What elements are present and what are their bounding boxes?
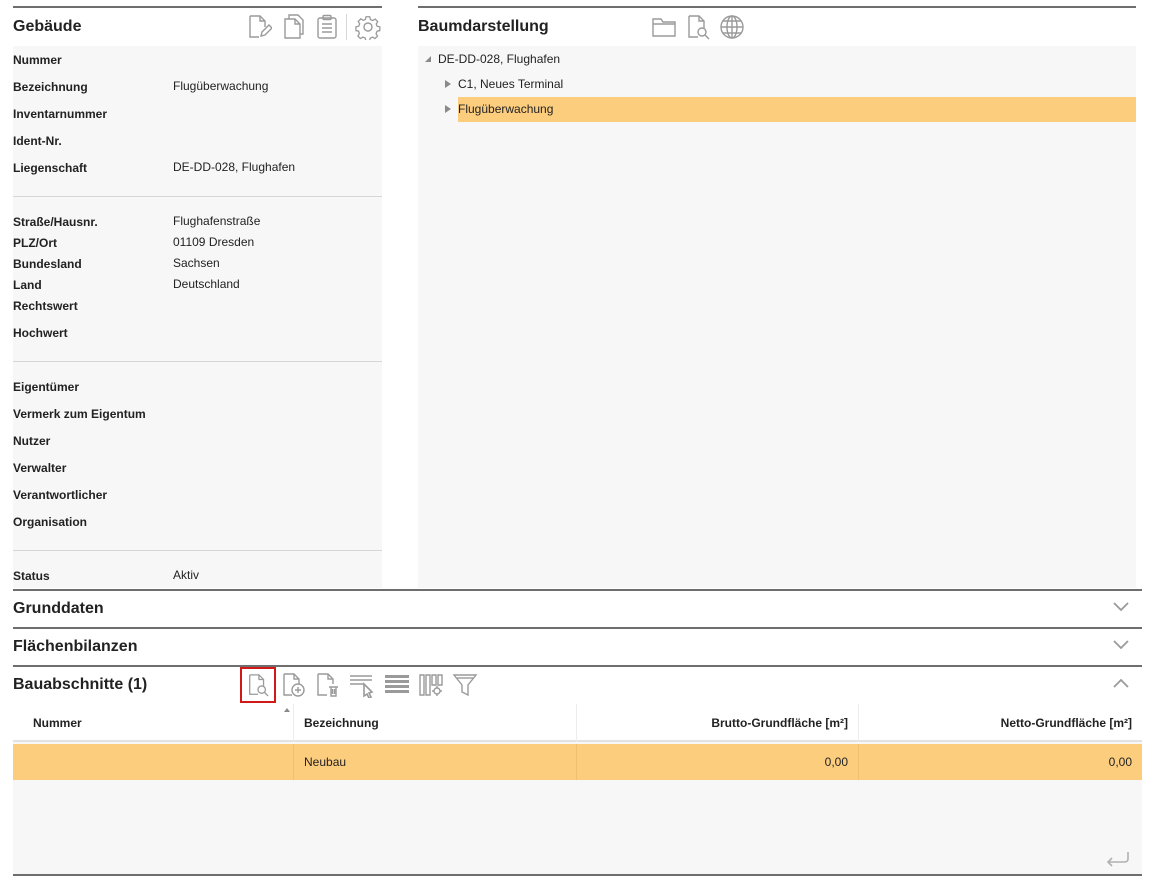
field-label: Verantwortlicher bbox=[13, 488, 108, 502]
gear-icon[interactable] bbox=[355, 14, 381, 40]
bauabschnitte-title: Bauabschnitte (1) bbox=[13, 676, 148, 693]
grunddaten-title: Grunddaten bbox=[13, 600, 104, 617]
field-label: Organisation bbox=[13, 515, 88, 529]
expand-triangle-icon[interactable] bbox=[442, 104, 454, 114]
return-arrow-icon[interactable] bbox=[1104, 850, 1130, 868]
field-value: Deutschland bbox=[173, 277, 240, 291]
table-header: Nummer Bezeichnung Brutto-Grundfläche [m… bbox=[13, 704, 1142, 742]
field-label: Verwalter bbox=[13, 461, 67, 475]
gebaeude-panel: Gebäude Nummer Bezeichnung Flugüberwachu… bbox=[13, 6, 382, 588]
field-label: Status bbox=[13, 569, 50, 583]
column-header-brutto[interactable]: Brutto-Grundfläche [m²] bbox=[577, 704, 859, 742]
gebaeude-toolbar bbox=[246, 14, 391, 40]
column-header-label: Nummer bbox=[33, 716, 82, 730]
field-label: Bundesland bbox=[13, 257, 82, 271]
tree-node-root[interactable]: DE-DD-028, Flughafen bbox=[422, 47, 560, 71]
baum-header: Baumdarstellung bbox=[418, 8, 1136, 46]
document-delete-icon[interactable] bbox=[314, 672, 340, 698]
chevron-down-icon[interactable] bbox=[1112, 601, 1130, 613]
column-header-nummer[interactable]: Nummer bbox=[13, 704, 294, 742]
tree-node-c1[interactable]: C1, Neues Terminal bbox=[442, 72, 563, 96]
tree-selection-highlight bbox=[458, 97, 1136, 122]
filter-icon[interactable] bbox=[452, 672, 478, 698]
baum-toolbar bbox=[651, 14, 753, 40]
chevron-down-icon[interactable] bbox=[1112, 639, 1130, 651]
field-label: Nummer bbox=[13, 53, 62, 67]
expand-triangle-icon[interactable] bbox=[442, 79, 454, 89]
row-select-icon[interactable] bbox=[348, 672, 376, 698]
bauabschnitte-toolbar bbox=[240, 667, 486, 703]
field-value: Flugüberwachung bbox=[173, 79, 269, 93]
field-label: Straße/Hausnr. bbox=[13, 215, 98, 229]
document-search-icon[interactable] bbox=[685, 14, 711, 40]
field-label: Eigentümer bbox=[13, 380, 80, 394]
field-label: Land bbox=[13, 278, 42, 292]
column-header-bezeichnung[interactable]: Bezeichnung bbox=[294, 704, 577, 742]
section-bauabschnitte[interactable]: Bauabschnitte (1) bbox=[13, 665, 1142, 703]
field-value: Sachsen bbox=[173, 256, 220, 270]
field-value: 01109 Dresden bbox=[173, 235, 255, 249]
tree-node-flugueberwachung[interactable]: Flugüberwachung bbox=[442, 97, 553, 121]
edit-document-icon[interactable] bbox=[246, 14, 272, 40]
folder-icon[interactable] bbox=[651, 15, 677, 39]
field-label: Rechtswert bbox=[13, 299, 78, 313]
field-label: Nutzer bbox=[13, 434, 51, 448]
table-cell-brutto: 0,00 bbox=[577, 744, 859, 780]
column-header-label: Brutto-Grundfläche [m²] bbox=[711, 716, 848, 730]
field-label: Liegenschaft bbox=[13, 161, 88, 175]
sort-ascending-icon[interactable] bbox=[283, 690, 291, 728]
tree-node-label: Flugüberwachung bbox=[458, 102, 554, 116]
document-search-icon[interactable] bbox=[240, 667, 276, 703]
section-divider bbox=[13, 361, 382, 362]
column-header-label: Bezeichnung bbox=[304, 716, 379, 730]
bottom-border bbox=[13, 874, 1142, 876]
tree-node-label: DE-DD-028, Flughafen bbox=[438, 52, 561, 66]
section-flaechenbilanzen[interactable]: Flächenbilanzen bbox=[13, 627, 1142, 665]
table-cell-bezeichnung: Neubau bbox=[294, 744, 577, 780]
clipboard-icon[interactable] bbox=[316, 14, 338, 40]
field-value: Aktiv bbox=[173, 568, 200, 582]
globe-icon[interactable] bbox=[719, 14, 745, 40]
field-label: Hochwert bbox=[13, 326, 68, 340]
bauabschnitte-table: Nummer Bezeichnung Brutto-Grundfläche [m… bbox=[13, 704, 1142, 874]
field-value: Flughafenstraße bbox=[173, 214, 261, 228]
flaechenbilanzen-title: Flächenbilanzen bbox=[13, 638, 138, 655]
section-divider bbox=[13, 196, 382, 197]
field-label: Ident-Nr. bbox=[13, 134, 62, 148]
collapse-triangle-icon[interactable] bbox=[422, 55, 434, 63]
baum-title: Baumdarstellung bbox=[418, 18, 549, 35]
gebaeude-title: Gebäude bbox=[13, 18, 82, 35]
chevron-up-icon[interactable] bbox=[1112, 677, 1130, 689]
table-cell-netto: 0,00 bbox=[1108, 755, 1132, 769]
gebaeude-header: Gebäude bbox=[13, 8, 382, 46]
field-label: PLZ/Ort bbox=[13, 236, 57, 250]
table-row[interactable]: Neubau 0,00 0,00 bbox=[13, 744, 1142, 780]
table-cell-nummer bbox=[13, 744, 294, 780]
rows-icon[interactable] bbox=[384, 672, 410, 698]
copy-document-icon[interactable] bbox=[282, 14, 306, 40]
section-grunddaten[interactable]: Grunddaten bbox=[13, 589, 1142, 627]
field-label: Inventarnummer bbox=[13, 107, 108, 121]
toolbar-separator bbox=[346, 14, 347, 40]
field-value: DE-DD-028, Flughafen bbox=[173, 160, 296, 174]
columns-config-icon[interactable] bbox=[418, 672, 444, 698]
column-header-netto[interactable]: Netto-Grundfläche [m²] bbox=[859, 704, 1142, 742]
tree-node-label: C1, Neues Terminal bbox=[458, 77, 564, 91]
field-label: Vermerk zum Eigentum bbox=[13, 407, 146, 421]
field-label: Bezeichnung bbox=[13, 80, 88, 94]
column-header-label: Netto-Grundfläche [m²] bbox=[1000, 716, 1132, 730]
baumdarstellung-panel: Baumdarstellung DE-DD-028, Flughafen C1,… bbox=[418, 6, 1136, 588]
section-divider bbox=[13, 550, 382, 551]
